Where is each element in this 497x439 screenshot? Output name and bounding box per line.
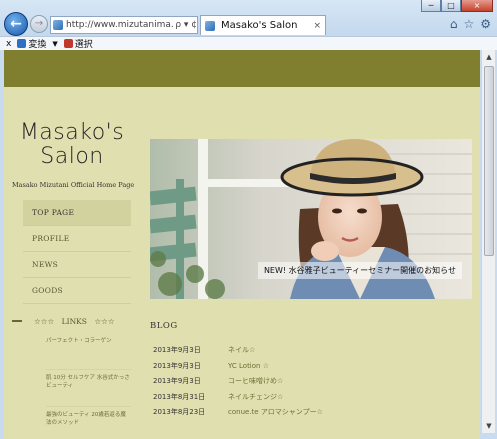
menu-item-profile[interactable]: PROFILE xyxy=(23,226,131,252)
scroll-down-icon[interactable]: ▼ xyxy=(482,419,496,433)
external-links-list: パーフェクト・コラーゲン 肌 10分 セルフケア 水谷式かっさビューティ 最強の… xyxy=(46,333,131,439)
header-band xyxy=(4,50,480,87)
blog-title-link[interactable]: コーヒ味噌けめ☆ xyxy=(228,374,283,390)
blog-title-link[interactable]: ネイルチェンジ☆ xyxy=(228,390,283,406)
blog-title-link[interactable]: YC Lotion ☆ xyxy=(228,359,269,375)
browser-toolbar-icons: ⌂ ☆ ⚙ xyxy=(450,17,491,31)
vertical-scrollbar[interactable]: ▲ ▼ xyxy=(481,50,495,433)
blog-entry: 2013年9月3日 YC Lotion ☆ xyxy=(153,359,473,375)
close-window-button[interactable]: × xyxy=(461,0,493,12)
window-controls: ─ □ × xyxy=(421,0,493,12)
links-dash-icon xyxy=(12,320,22,322)
back-button[interactable]: ← xyxy=(4,12,28,36)
links-heading: ☆☆☆ LINKS ☆☆☆ xyxy=(12,312,132,330)
tab-favicon-icon xyxy=(205,20,215,31)
select-icon xyxy=(63,39,73,48)
browser-chrome: ─ □ × ← → http://www.mizutanima... ρ ▾ ¢… xyxy=(0,0,497,50)
blog-date: 2013年9月3日 xyxy=(153,361,201,370)
blog-title-link[interactable]: ネイル☆ xyxy=(228,343,255,359)
blog-date: 2013年8月31日 xyxy=(153,392,206,401)
settings-gear-icon[interactable]: ⚙ xyxy=(480,17,491,31)
address-actions-icon[interactable]: ρ ▾ ¢ xyxy=(175,20,197,30)
blog-entry: 2013年9月3日 コーヒ味噌けめ☆ xyxy=(153,374,473,390)
link-kassa-beauty[interactable]: 肌 10分 セルフケア 水谷式かっさビューティ xyxy=(46,370,131,407)
blog-date: 2013年9月3日 xyxy=(153,346,201,354)
web-page: Masako's Salon Masako Mizutani Official … xyxy=(4,50,480,439)
scroll-up-icon[interactable]: ▲ xyxy=(482,50,496,64)
forward-button[interactable]: → xyxy=(30,15,48,33)
link-strongest-beauty[interactable]: 最強のビューティ 20歳若返る魔法のメソッド xyxy=(46,407,131,439)
address-url[interactable]: http://www.mizutanima... xyxy=(66,20,173,30)
command-bar-close-icon[interactable]: x xyxy=(6,39,11,49)
convert-button[interactable]: 変換 xyxy=(17,37,46,50)
page-favicon-icon xyxy=(53,20,63,30)
menu-item-news[interactable]: NEWS xyxy=(23,252,131,278)
blog-title-link[interactable]: conue.te アロマシャンプー☆ xyxy=(228,405,323,421)
favorites-star-icon[interactable]: ☆ xyxy=(463,17,474,31)
maximize-button[interactable]: □ xyxy=(441,0,461,12)
minimize-button[interactable]: ─ xyxy=(421,0,441,12)
blog-entry: 2013年8月23日 conue.te アロマシャンプー☆ xyxy=(153,405,473,421)
address-bar[interactable]: http://www.mizutanima... ρ ▾ ¢ xyxy=(50,16,198,34)
blog-heading: BLOG xyxy=(150,321,178,331)
blog-entry: 2013年8月31日 ネイルチェンジ☆ xyxy=(153,390,473,406)
menu-item-top-page[interactable]: TOP PAGE xyxy=(23,200,131,226)
blog-date: 2013年9月3日 xyxy=(153,377,201,385)
site-tagline: Masako Mizutani Official Home Page xyxy=(12,181,135,189)
convert-label: 変換 xyxy=(28,40,47,50)
scrollbar-thumb[interactable] xyxy=(484,66,494,256)
menu-item-goods[interactable]: GOODS xyxy=(23,278,131,304)
convert-dropdown-icon[interactable]: ▼ xyxy=(52,40,57,48)
hero-banner[interactable]: NEW! 水谷雅子ビューティーセミナー開催のお知らせ xyxy=(150,139,472,299)
translate-icon xyxy=(17,39,27,48)
blog-list: 2013年9月3日 ネイル☆ 2013年9月3日 YC Lotion ☆ 201… xyxy=(153,343,473,421)
link-perfect-collagen[interactable]: パーフェクト・コラーゲン xyxy=(46,333,131,370)
hero-caption[interactable]: NEW! 水谷雅子ビューティーセミナー開催のお知らせ xyxy=(257,262,462,279)
select-button[interactable]: 選択 xyxy=(63,37,93,50)
links-label: ☆☆☆ LINKS ☆☆☆ xyxy=(34,316,115,326)
logo-line-2: Salon xyxy=(40,144,104,169)
blog-date: 2013年8月23日 xyxy=(153,408,206,416)
blog-entry: 2013年9月3日 ネイル☆ xyxy=(153,343,473,359)
main-menu: TOP PAGE PROFILE NEWS GOODS xyxy=(23,200,131,304)
command-bar: x 変換 ▼ 選択 xyxy=(0,36,497,50)
select-label: 選択 xyxy=(74,40,93,50)
logo-line-1: Masako's xyxy=(19,120,125,145)
tab-title: Masako's Salon xyxy=(221,20,298,31)
home-icon[interactable]: ⌂ xyxy=(450,17,458,31)
site-logo[interactable]: Masako's Salon xyxy=(4,121,140,169)
tab-masakos-salon[interactable]: Masako's Salon × xyxy=(200,15,326,35)
tab-close-icon[interactable]: × xyxy=(313,21,321,31)
